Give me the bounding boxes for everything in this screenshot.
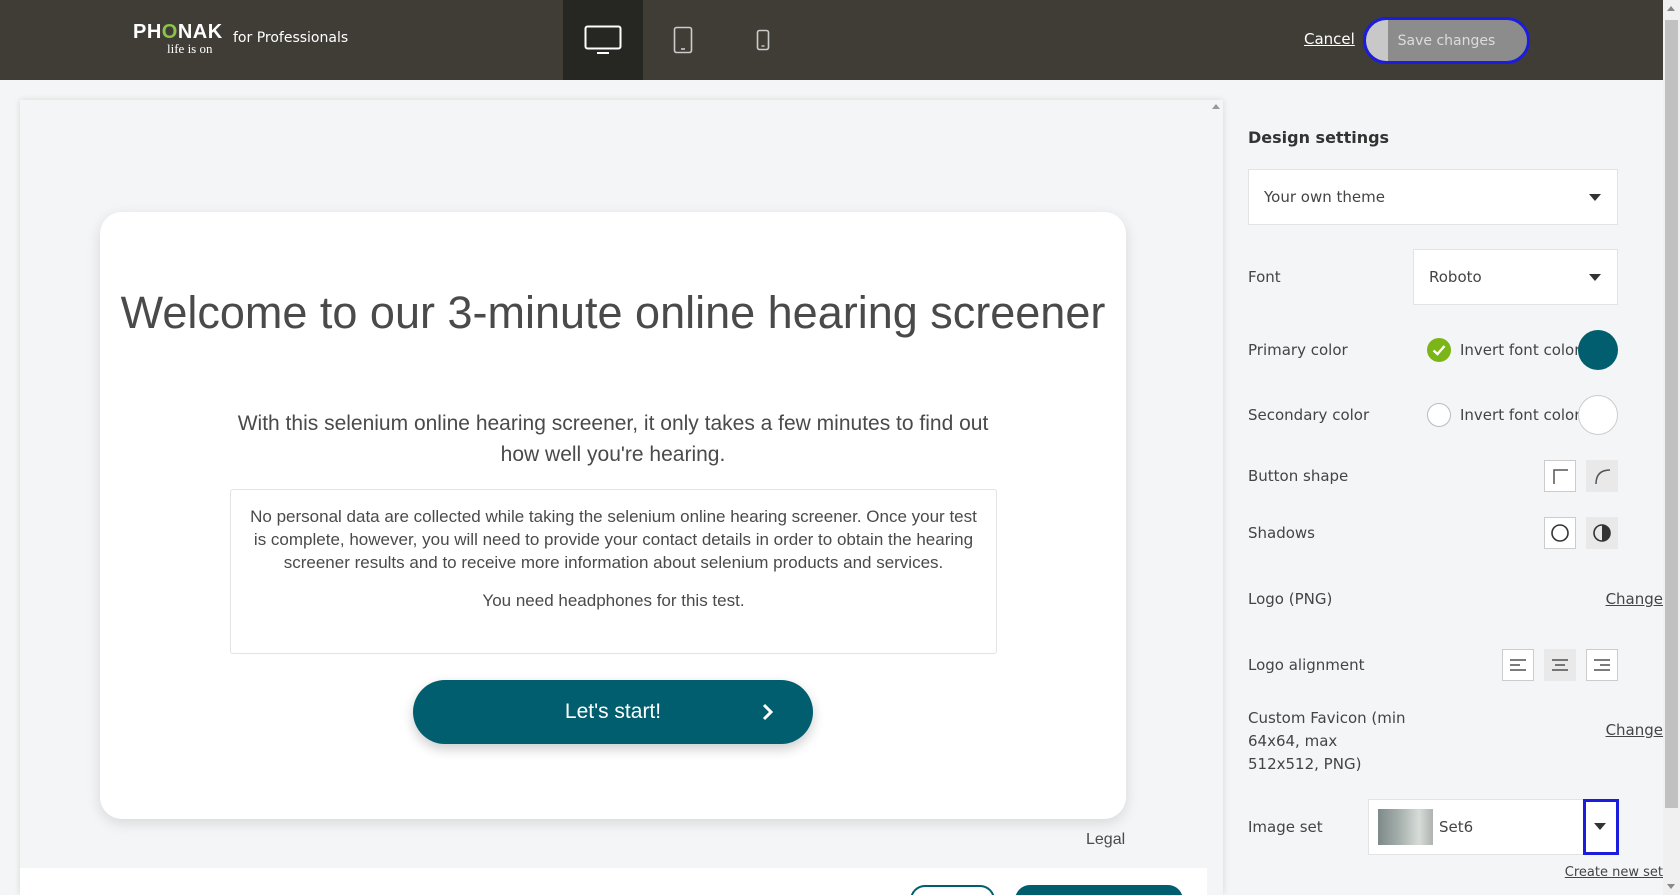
rounded-shape-button[interactable] bbox=[1586, 460, 1618, 492]
theme-value: Your own theme bbox=[1264, 188, 1385, 206]
button-shape-label: Button shape bbox=[1248, 467, 1349, 485]
align-right-button[interactable] bbox=[1586, 649, 1618, 681]
cancel-link[interactable]: Cancel bbox=[1304, 30, 1355, 48]
desktop-icon bbox=[584, 25, 622, 54]
brand-suffix: for Professionals bbox=[233, 30, 349, 46]
check-icon bbox=[1432, 345, 1446, 356]
logo-label: Logo (PNG) bbox=[1248, 590, 1333, 608]
half-circle-icon bbox=[1593, 524, 1611, 542]
create-new-set-link[interactable]: Create new set bbox=[1565, 865, 1663, 880]
font-label: Font bbox=[1248, 268, 1281, 286]
logo-change-link[interactable]: Change bbox=[1606, 590, 1663, 608]
design-settings-panel: Design settings Your own theme Font Robo… bbox=[1248, 80, 1663, 895]
circle-outline-icon bbox=[1551, 524, 1569, 542]
align-center-icon bbox=[1552, 659, 1568, 671]
phonak-logo: PHONAK life is on bbox=[133, 22, 223, 56]
privacy-text: No personal data are collected while tak… bbox=[250, 507, 977, 572]
align-center-button[interactable] bbox=[1544, 649, 1576, 681]
next-button[interactable] bbox=[1015, 885, 1183, 895]
square-corner-icon bbox=[1553, 469, 1568, 484]
primary-color-swatch[interactable] bbox=[1578, 330, 1618, 370]
square-shape-button[interactable] bbox=[1544, 460, 1576, 492]
preview-footer bbox=[20, 868, 1207, 895]
info-box: No personal data are collected while tak… bbox=[230, 489, 997, 654]
welcome-subtitle: With this selenium online hearing screen… bbox=[237, 412, 989, 466]
back-button[interactable] bbox=[910, 885, 995, 895]
preview-scrollbar[interactable] bbox=[1207, 100, 1223, 895]
no-shadow-button[interactable] bbox=[1544, 517, 1576, 549]
primary-color-label: Primary color bbox=[1248, 341, 1348, 359]
image-set-thumbnail bbox=[1378, 809, 1433, 845]
top-bar: PHONAK life is on for Professionals Canc… bbox=[0, 0, 1680, 80]
logo-alignment-label: Logo alignment bbox=[1248, 656, 1365, 674]
shadows-label: Shadows bbox=[1248, 524, 1316, 542]
scroll-up-icon[interactable] bbox=[1212, 104, 1220, 109]
font-value: Roboto bbox=[1429, 268, 1482, 286]
headphones-text: You need headphones for this test. bbox=[482, 591, 745, 610]
panel-title: Design settings bbox=[1248, 128, 1390, 147]
secondary-color-label: Secondary color bbox=[1248, 406, 1370, 424]
scroll-up-icon[interactable] bbox=[1667, 6, 1675, 11]
brand-name: PHONAK bbox=[133, 21, 223, 43]
page-scrollbar[interactable] bbox=[1663, 0, 1680, 895]
theme-select[interactable]: Your own theme bbox=[1248, 169, 1618, 225]
font-select[interactable]: Roboto bbox=[1413, 249, 1618, 305]
start-button[interactable]: Let's start! bbox=[413, 680, 813, 744]
device-desktop-button[interactable] bbox=[563, 0, 643, 80]
rounded-corner-icon bbox=[1595, 469, 1611, 485]
device-mobile-button[interactable] bbox=[723, 0, 803, 80]
start-button-label: Let's start! bbox=[564, 700, 662, 723]
image-set-label: Image set bbox=[1248, 818, 1323, 836]
brand-tagline: life is on bbox=[167, 41, 213, 56]
favicon-change-link[interactable]: Change bbox=[1606, 721, 1663, 739]
favicon-label: Custom Favicon (min 64x64, max 512x512, … bbox=[1248, 709, 1406, 773]
scroll-down-icon[interactable] bbox=[1667, 884, 1675, 889]
align-left-icon bbox=[1510, 659, 1526, 671]
align-right-icon bbox=[1594, 659, 1610, 671]
save-button-knob bbox=[1366, 20, 1388, 61]
align-left-button[interactable] bbox=[1502, 649, 1534, 681]
caret-down-icon bbox=[1594, 823, 1606, 830]
save-changes-button[interactable]: Save changes bbox=[1363, 17, 1530, 64]
primary-invert-label: Invert font color bbox=[1460, 341, 1581, 359]
save-button-label: Save changes bbox=[1397, 32, 1496, 49]
secondary-color-swatch[interactable] bbox=[1578, 395, 1618, 435]
welcome-title: Welcome to our 3-minute online hearing s… bbox=[120, 287, 1106, 338]
legal-link[interactable]: Legal bbox=[1086, 831, 1125, 849]
scrollbar-thumb[interactable] bbox=[1665, 20, 1678, 808]
mobile-icon bbox=[756, 29, 770, 51]
shadow-button[interactable] bbox=[1586, 517, 1618, 549]
secondary-invert-checkbox[interactable] bbox=[1427, 403, 1451, 427]
device-tablet-button[interactable] bbox=[643, 0, 723, 80]
image-set-value: Set6 bbox=[1439, 818, 1474, 836]
image-set-dropdown-toggle[interactable] bbox=[1583, 799, 1619, 855]
primary-invert-checkbox[interactable] bbox=[1427, 338, 1451, 362]
secondary-invert-label: Invert font color bbox=[1460, 406, 1581, 424]
preview-pane[interactable]: Welcome to our 3-minute online hearing s… bbox=[20, 100, 1223, 895]
chevron-right-icon bbox=[762, 703, 774, 721]
welcome-card: Welcome to our 3-minute online hearing s… bbox=[100, 212, 1126, 819]
image-set-select[interactable]: Set6 bbox=[1368, 799, 1619, 855]
tablet-icon bbox=[673, 26, 693, 54]
caret-down-icon bbox=[1589, 194, 1601, 201]
caret-down-icon bbox=[1589, 274, 1601, 281]
